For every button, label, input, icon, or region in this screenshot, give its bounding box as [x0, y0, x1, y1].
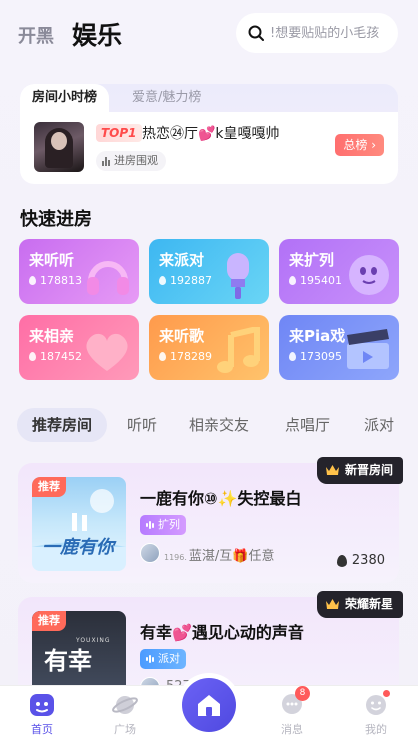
host-name: 1196. 蓝湛/互🎁任意 — [164, 549, 275, 564]
bubble-face-icon — [349, 255, 389, 295]
room-title: 一鹿有你⑩✨失控最白 — [140, 489, 302, 508]
nav-square[interactable]: 广场 — [95, 692, 155, 737]
heat-drop-icon — [29, 352, 36, 361]
ranking-body: TOP1 热恋㉔厅💕k皇嘎嘎帅 进房围观 总榜 › — [20, 112, 398, 184]
nav-label: 消息 — [281, 723, 303, 736]
cover-title: 有幸 — [44, 646, 92, 675]
quick-entry-party[interactable]: 来派对 192887 — [149, 239, 269, 304]
room-cover-image[interactable]: 推荐 一鹿有你 — [32, 477, 126, 571]
sound-wave-icon — [146, 521, 154, 530]
tab-kaihei[interactable]: 开黑 — [18, 22, 54, 48]
quick-entry-label: 来听听 — [29, 251, 75, 269]
quick-entry-expand[interactable]: 来扩列 195401 — [279, 239, 399, 304]
bottom-nav: 首页 广场 8 消息 我的 — [0, 678, 418, 743]
headphones-icon — [87, 261, 129, 295]
room-badge: 荣耀新星 — [316, 591, 403, 618]
quick-entry-label: 来相亲 — [29, 327, 75, 345]
hourly-ranking-card[interactable]: 房间小时榜 爱意/魅力榜 TOP1 热恋㉔厅💕k皇嘎嘎帅 进房围观 总榜 › — [20, 84, 398, 184]
heat-drop-icon — [159, 352, 166, 361]
microphone-icon — [227, 253, 249, 299]
house-icon — [198, 695, 220, 716]
quick-entry-label: 来派对 — [159, 251, 205, 269]
sound-bars-icon — [102, 156, 110, 166]
room-title: 有幸💕遇见心动的声音 — [140, 623, 304, 642]
tab-charm-rank[interactable]: 爱意/魅力榜 — [132, 84, 201, 112]
quick-entry-label: 来扩列 — [289, 251, 335, 269]
nav-mine[interactable]: 我的 — [346, 690, 406, 737]
quick-entry-grid: 来听听 178813 来派对 192887 来扩列 195401 来相亲 187… — [19, 239, 400, 381]
quick-entry-count: 192887 — [170, 274, 212, 287]
enter-room-label: 进房围观 — [114, 154, 158, 167]
search-box[interactable] — [236, 13, 398, 53]
tab-recommended[interactable]: 推荐房间 — [17, 408, 108, 442]
recommend-tag: 推荐 — [32, 477, 66, 497]
room-type-tag: 扩列 — [140, 515, 186, 535]
quick-entry-count: 173095 — [300, 350, 342, 363]
planet-icon — [112, 696, 138, 714]
top-bar: 开黑 娱乐 — [0, 0, 418, 64]
room-card[interactable]: 新晋房间 推荐 一鹿有你 一鹿有你⑩✨失控最白 扩列 1196. 蓝湛/互🎁任意 … — [18, 457, 403, 583]
crown-icon — [325, 465, 339, 475]
quick-entry-dating[interactable]: 来相亲 187452 — [19, 315, 139, 380]
ranked-room-name: 热恋㉔厅💕k皇嘎嘎帅 — [142, 126, 280, 142]
quick-entry-listen[interactable]: 来听听 178813 — [19, 239, 139, 304]
heat-drop-icon — [289, 352, 296, 361]
heat-count: 2380 — [336, 553, 385, 568]
nav-label: 我的 — [365, 723, 387, 736]
heat-drop-icon — [29, 276, 36, 285]
game-controller-icon — [30, 694, 54, 716]
ranking-tabs: 房间小时榜 爱意/魅力榜 — [20, 84, 398, 112]
quick-entry-count: 178813 — [40, 274, 82, 287]
quick-entry-pia[interactable]: 来Pia戏 173095 — [279, 315, 399, 380]
tab-hourly-rank[interactable]: 房间小时榜 — [20, 84, 110, 112]
room-badge: 新晋房间 — [316, 457, 403, 484]
quick-entry-count: 178289 — [170, 350, 212, 363]
quick-entry-label: 来Pia戏 — [289, 327, 346, 345]
quick-entry-music[interactable]: 来听歌 178289 — [149, 315, 269, 380]
nav-label: 广场 — [114, 723, 136, 736]
room-type-tag: 派对 — [140, 649, 186, 669]
top1-badge: TOP1 — [96, 124, 142, 142]
category-tabs: 推荐房间 听听 相亲交友 点唱厅 派对 — [17, 408, 418, 442]
nav-label: 首页 — [31, 723, 53, 736]
room-cover-image[interactable] — [34, 122, 84, 172]
search-input[interactable] — [270, 25, 390, 41]
message-count-badge: 8 — [295, 686, 310, 701]
tab-entertainment[interactable]: 娱乐 — [72, 16, 122, 52]
heat-drop-icon — [289, 276, 296, 285]
tab-dating[interactable]: 相亲交友 — [189, 408, 249, 442]
total-rank-button[interactable]: 总榜 › — [335, 134, 384, 156]
crown-icon — [325, 599, 339, 609]
quick-entry-title: 快速进房 — [20, 209, 92, 230]
sound-wave-icon — [146, 655, 154, 664]
clapperboard-icon — [347, 329, 389, 369]
search-icon — [248, 25, 264, 41]
tab-singing[interactable]: 点唱厅 — [285, 408, 330, 442]
unread-dot — [383, 690, 390, 697]
enter-room-button[interactable]: 进房围观 — [96, 151, 166, 171]
flame-icon — [336, 554, 347, 567]
quick-entry-count: 187452 — [40, 350, 82, 363]
tab-listen[interactable]: 听听 — [127, 408, 157, 442]
avatar — [140, 543, 160, 563]
nav-messages[interactable]: 8 消息 — [262, 686, 322, 737]
nav-home[interactable]: 首页 — [12, 692, 72, 737]
heat-drop-icon — [159, 276, 166, 285]
cover-title: 一鹿有你 — [42, 537, 114, 558]
music-note-icon — [217, 327, 260, 373]
quick-entry-count: 195401 — [300, 274, 342, 287]
quick-entry-label: 来听歌 — [159, 327, 205, 345]
heart-icon — [86, 333, 128, 371]
tab-party[interactable]: 派对 — [364, 408, 394, 442]
recommend-tag: 推荐 — [32, 611, 66, 631]
home-center-button[interactable] — [182, 678, 236, 732]
